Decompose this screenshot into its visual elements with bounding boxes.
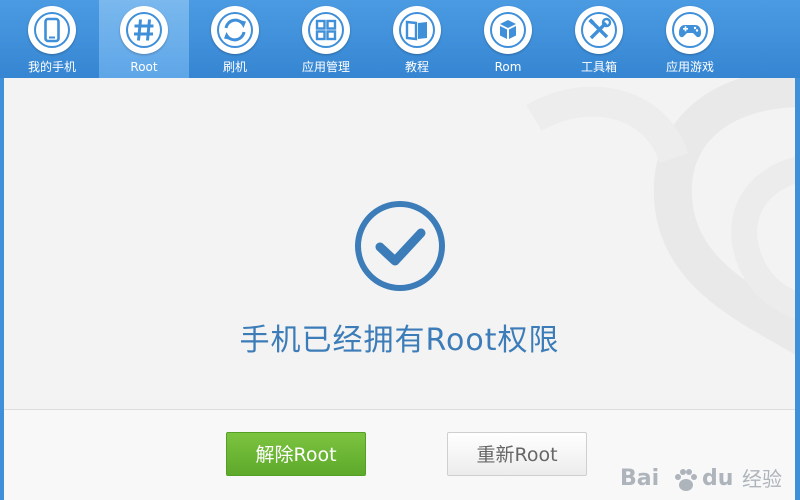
root-status-message: 手机已经拥有Root权限	[239, 323, 560, 358]
nav-label: Rom	[494, 60, 522, 74]
watermark-brand-right: du	[702, 466, 734, 491]
divider	[4, 409, 795, 410]
nav-label: 我的手机	[27, 60, 76, 74]
top-nav: 我的手机 Root 刷机 应用管理 教程 Rom 工具箱 应用游戏	[0, 0, 800, 78]
nav-item-rom[interactable]: Rom	[463, 0, 553, 78]
box-icon	[490, 12, 526, 48]
tools-icon	[581, 12, 617, 48]
watermark-suffix: 经验	[742, 467, 782, 491]
grid-icon	[308, 12, 344, 48]
nav-label: 教程	[404, 60, 429, 74]
baidu-watermark: Bai du 经验	[620, 462, 790, 496]
reroot-button[interactable]: 重新Root	[447, 432, 587, 476]
nav-label: Root	[130, 60, 158, 74]
nav-label: 工具箱	[580, 60, 617, 74]
hash-icon	[126, 12, 162, 48]
book-icon	[399, 12, 435, 48]
watermark-brand-left: Bai	[620, 466, 660, 491]
nav-item-app-manager[interactable]: 应用管理	[281, 0, 371, 78]
gamepad-icon	[672, 12, 708, 48]
nav-item-apps-games[interactable]: 应用游戏	[645, 0, 735, 78]
refresh-icon	[217, 12, 253, 48]
app-window: 我的手机 Root 刷机 应用管理 教程 Rom 工具箱 应用游戏 手机已经拥有…	[0, 0, 800, 500]
nav-item-flash[interactable]: 刷机	[190, 0, 280, 78]
unroot-button[interactable]: 解除Root	[226, 432, 366, 476]
nav-item-root[interactable]: Root	[99, 0, 189, 78]
nav-label: 应用游戏	[665, 60, 714, 74]
nav-item-my-phone[interactable]: 我的手机	[7, 0, 97, 78]
root-status-panel: 手机已经拥有Root权限 解除Root 重新Root	[4, 78, 795, 500]
check-circle-icon	[355, 201, 445, 291]
nav-item-toolbox[interactable]: 工具箱	[554, 0, 644, 78]
nav-label: 刷机	[222, 60, 247, 74]
paw-icon	[675, 469, 697, 491]
phone-icon	[34, 12, 70, 48]
nav-label: 应用管理	[301, 60, 350, 74]
nav-item-tutorial[interactable]: 教程	[372, 0, 462, 78]
